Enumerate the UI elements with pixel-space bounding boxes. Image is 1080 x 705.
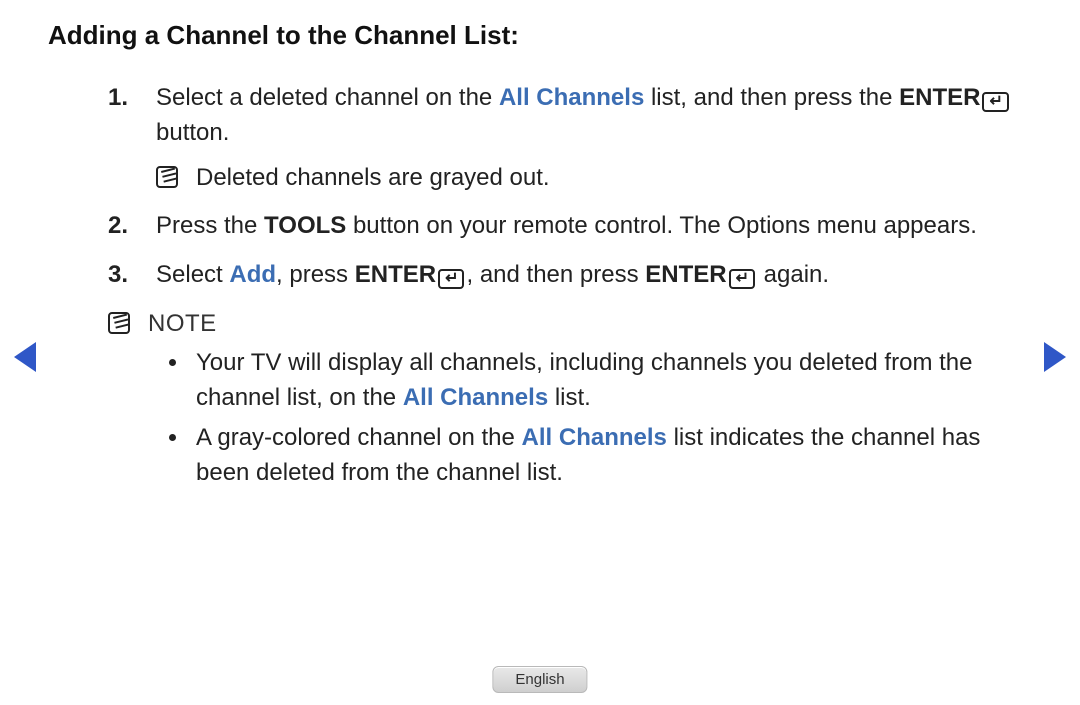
enter-icon: ↵ (982, 92, 1008, 112)
page-content: 1. Select a deleted channel on the All C… (48, 81, 1032, 497)
step-1: 1. Select a deleted channel on the All C… (108, 81, 1022, 195)
note-block: NOTE Your TV will display all channels, … (108, 307, 1022, 497)
all-channels-link: All Channels (403, 384, 548, 411)
text: again. (757, 261, 829, 288)
text: , press (276, 261, 355, 288)
text: list. (548, 384, 591, 411)
enter-label: ENTER (899, 84, 980, 111)
enter-label: ENTER (645, 261, 726, 288)
text: list, and then press the (644, 84, 899, 111)
tools-label: TOOLS (264, 212, 346, 239)
enter-icon: ↵ (438, 269, 464, 289)
text: button. (156, 119, 229, 146)
note-icon (156, 166, 178, 188)
language-pill[interactable]: English (492, 666, 587, 693)
text: Press the (156, 212, 264, 239)
note-icon-wrap (108, 307, 148, 497)
text: Select (156, 261, 229, 288)
note-bullets: Your TV will display all channels, inclu… (148, 346, 1022, 491)
step-subnote: Deleted channels are grayed out. (156, 161, 1022, 196)
step-number: 3. (108, 258, 156, 293)
all-channels-link: All Channels (522, 424, 667, 451)
step-3: 3. Select Add, press ENTER↵, and then pr… (108, 258, 1022, 293)
step-body: Select Add, press ENTER↵, and then press… (156, 258, 1022, 293)
text: button on your remote control. The Optio… (346, 212, 977, 239)
nav-next-arrow[interactable] (1044, 342, 1066, 372)
note-icon (108, 312, 130, 334)
text: , and then press (466, 261, 645, 288)
add-link: Add (229, 261, 276, 288)
step-2: 2. Press the TOOLS button on your remote… (108, 209, 1022, 244)
step-number: 2. (108, 209, 156, 244)
enter-icon: ↵ (729, 269, 755, 289)
nav-prev-arrow[interactable] (14, 342, 36, 372)
note-bullet-2: A gray-colored channel on the All Channe… (190, 421, 1022, 491)
manual-page: Adding a Channel to the Channel List: 1.… (0, 0, 1080, 705)
note-label: NOTE (148, 307, 1022, 342)
step-body: Select a deleted channel on the All Chan… (156, 81, 1022, 195)
text: A gray-colored channel on the (196, 424, 522, 451)
text: Select a deleted channel on the (156, 84, 499, 111)
note-bullet-1: Your TV will display all channels, inclu… (190, 346, 1022, 416)
note-icon-wrap (156, 161, 196, 196)
enter-label: ENTER (355, 261, 436, 288)
step-number: 1. (108, 81, 156, 195)
page-title: Adding a Channel to the Channel List: (48, 20, 1032, 51)
all-channels-link: All Channels (499, 84, 644, 111)
text: Deleted channels are grayed out. (196, 161, 550, 196)
step-body: Press the TOOLS button on your remote co… (156, 209, 1022, 244)
